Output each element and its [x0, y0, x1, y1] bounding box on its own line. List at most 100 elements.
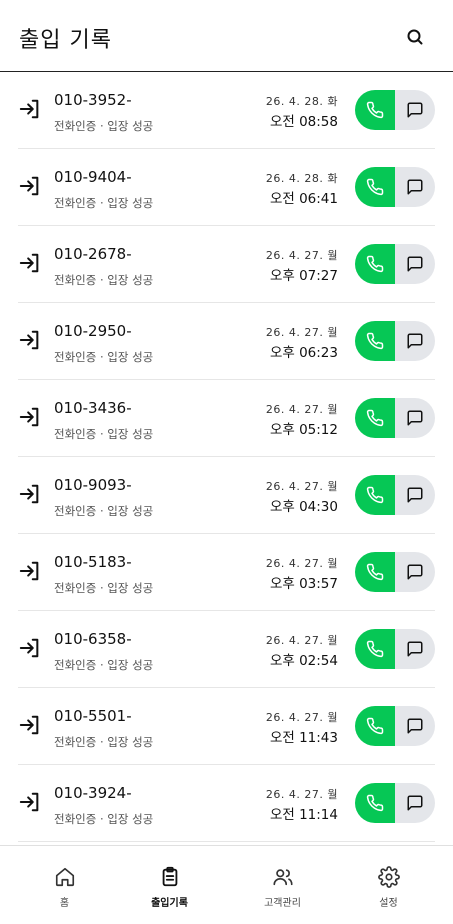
entry-icon: [19, 792, 39, 812]
call-button[interactable]: [355, 167, 395, 207]
search-icon: [407, 29, 423, 45]
phone-icon: [366, 563, 384, 581]
record-phone: 010-3952-: [54, 91, 132, 109]
call-button[interactable]: [355, 629, 395, 669]
nav-item-settings[interactable]: 설정: [332, 846, 445, 924]
record-row[interactable]: 010-5501- 전화인증 · 입장 성공 26. 4. 27. 월 오전 1…: [18, 688, 435, 765]
call-button[interactable]: [355, 783, 395, 823]
record-method: 전화인증 · 입장 성공: [54, 658, 154, 672]
record-method: 전화인증 · 입장 성공: [54, 812, 154, 826]
app-header: 출입 기록: [0, 0, 453, 72]
call-button[interactable]: [355, 706, 395, 746]
message-icon: [407, 333, 423, 349]
record-actions: [355, 706, 435, 746]
record-date: 26. 4. 27. 월: [265, 711, 338, 724]
message-button[interactable]: [395, 398, 435, 438]
record-actions: [355, 629, 435, 669]
record-date: 26. 4. 27. 월: [265, 403, 338, 416]
message-button[interactable]: [395, 783, 435, 823]
record-time: 오후 04:30: [269, 499, 338, 515]
message-icon: [407, 795, 423, 811]
phone-icon: [366, 332, 384, 350]
record-phone: 010-2678-: [54, 245, 132, 263]
call-button[interactable]: [355, 475, 395, 515]
entry-icon: [19, 407, 39, 427]
record-row[interactable]: 010-3952- 전화인증 · 입장 성공 26. 4. 28. 화 오전 0…: [18, 72, 435, 149]
record-row[interactable]: 010-3924- 전화인증 · 입장 성공 26. 4. 27. 월 오전 1…: [18, 765, 435, 842]
phone-icon: [366, 794, 384, 812]
call-button[interactable]: [355, 552, 395, 592]
message-icon: [407, 102, 423, 118]
record-time: 오전 11:43: [269, 730, 338, 746]
search-button[interactable]: [403, 25, 427, 49]
entry-icon: [19, 176, 39, 196]
entry-icon: [19, 715, 39, 735]
message-button[interactable]: [395, 90, 435, 130]
record-phone: 010-5183-: [54, 553, 132, 571]
record-time: 오전 11:14: [269, 807, 338, 823]
phone-icon: [366, 409, 384, 427]
message-icon: [407, 256, 423, 272]
message-button[interactable]: [395, 706, 435, 746]
record-phone: 010-9093-: [54, 476, 132, 494]
record-actions: [355, 167, 435, 207]
record-row[interactable]: 010-9404- 전화인증 · 입장 성공 26. 4. 28. 화 오전 0…: [18, 149, 435, 226]
record-time: 오후 05:12: [269, 422, 338, 438]
record-date: 26. 4. 27. 월: [265, 480, 338, 493]
record-method: 전화인증 · 입장 성공: [54, 273, 154, 287]
nav-item-home[interactable]: 홈: [8, 846, 121, 924]
call-button[interactable]: [355, 398, 395, 438]
nav-label: 설정: [379, 898, 398, 909]
record-method: 전화인증 · 입장 성공: [54, 427, 154, 441]
record-time: 오전 06:41: [269, 191, 338, 207]
record-date: 26. 4. 27. 월: [265, 788, 338, 801]
record-actions: [355, 783, 435, 823]
record-row[interactable]: 010-2678- 전화인증 · 입장 성공 26. 4. 27. 월 오후 0…: [18, 226, 435, 303]
record-time: 오후 06:23: [269, 345, 338, 361]
record-phone: 010-2950-: [54, 322, 132, 340]
record-phone: 010-3924-: [54, 784, 132, 802]
message-button[interactable]: [395, 475, 435, 515]
record-method: 전화인증 · 입장 성공: [54, 504, 154, 518]
record-method: 전화인증 · 입장 성공: [54, 119, 154, 133]
bottom-nav: 홈 출입기록 고객관리 설정: [0, 845, 453, 924]
entry-icon: [19, 484, 39, 504]
entry-icon: [19, 253, 39, 273]
record-row[interactable]: 010-2950- 전화인증 · 입장 성공 26. 4. 27. 월 오후 0…: [18, 303, 435, 380]
nav-label: 고객관리: [264, 898, 301, 909]
call-button[interactable]: [355, 244, 395, 284]
phone-icon: [366, 101, 384, 119]
record-row[interactable]: 010-6358- 전화인증 · 입장 성공 26. 4. 27. 월 오후 0…: [18, 611, 435, 688]
nav-label: 홈: [59, 898, 70, 909]
record-actions: [355, 552, 435, 592]
message-icon: [407, 718, 423, 734]
phone-icon: [366, 717, 384, 735]
message-button[interactable]: [395, 552, 435, 592]
record-method: 전화인증 · 입장 성공: [54, 350, 154, 364]
message-button[interactable]: [395, 244, 435, 284]
record-row[interactable]: 010-9093- 전화인증 · 입장 성공 26. 4. 27. 월 오후 0…: [18, 457, 435, 534]
message-icon: [407, 487, 423, 503]
nav-label: 출입기록: [151, 898, 188, 909]
nav-item-records[interactable]: 출입기록: [113, 846, 226, 924]
message-button[interactable]: [395, 321, 435, 361]
message-icon: [407, 641, 423, 657]
message-icon: [407, 564, 423, 580]
record-actions: [355, 90, 435, 130]
call-button[interactable]: [355, 90, 395, 130]
call-button[interactable]: [355, 321, 395, 361]
phone-icon: [366, 640, 384, 658]
record-time: 오후 02:54: [269, 653, 338, 669]
message-button[interactable]: [395, 167, 435, 207]
record-row[interactable]: 010-3436- 전화인증 · 입장 성공 26. 4. 27. 월 오후 0…: [18, 380, 435, 457]
nav-item-customers[interactable]: 고객관리: [226, 846, 339, 924]
message-button[interactable]: [395, 629, 435, 669]
message-icon: [407, 179, 423, 195]
phone-icon: [366, 486, 384, 504]
record-actions: [355, 321, 435, 361]
record-actions: [355, 244, 435, 284]
record-time: 오후 07:27: [269, 268, 338, 284]
message-icon: [407, 410, 423, 426]
clipboard-icon: [162, 866, 177, 887]
record-row[interactable]: 010-5183- 전화인증 · 입장 성공 26. 4. 27. 월 오후 0…: [18, 534, 435, 611]
